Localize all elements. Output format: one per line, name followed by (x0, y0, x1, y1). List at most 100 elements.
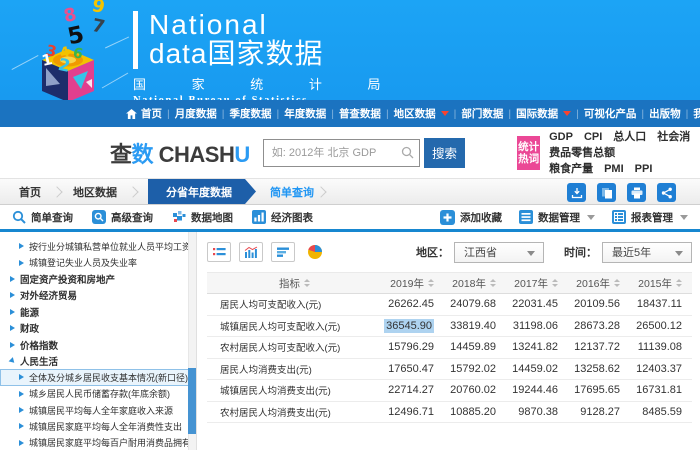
value-cell[interactable]: 17650.47 (382, 363, 444, 375)
pie-chart-view-button[interactable] (303, 242, 327, 262)
value-cell[interactable]: 36545.90 (382, 320, 444, 332)
value-cell[interactable]: 14459.02 (506, 363, 568, 375)
copy-button[interactable] (597, 183, 616, 202)
nav-item-5[interactable]: 普查数据 (335, 106, 385, 121)
nav-item-4[interactable]: 年度数据 (280, 106, 330, 121)
nav-item-3[interactable]: 季度数据 (225, 106, 275, 121)
value-cell[interactable]: 26262.45 (382, 298, 444, 310)
sidebar-item[interactable]: 对外经济贸易 (0, 287, 81, 303)
value-cell[interactable]: 12137.72 (568, 341, 630, 353)
data-manage-button[interactable]: 数据管理 (519, 210, 595, 225)
sort-icon[interactable] (428, 279, 434, 287)
sidebar-item[interactable]: 全体及分城乡居民收支基本情况(新口径) (0, 369, 192, 385)
value-cell[interactable]: 15792.02 (444, 363, 506, 375)
column-header[interactable]: 指标 (207, 276, 382, 291)
sort-icon[interactable] (304, 279, 310, 287)
share-button[interactable] (657, 183, 676, 202)
sidebar-item[interactable]: 人民生活 (0, 353, 62, 369)
value-cell[interactable]: 22714.27 (382, 384, 444, 396)
download-button[interactable] (567, 183, 586, 202)
data-map-button[interactable]: 数据地图 (172, 210, 233, 225)
value-cell[interactable]: 19244.46 (506, 384, 568, 396)
hot-word-link[interactable]: GDP (549, 131, 573, 143)
view-switcher (207, 242, 335, 262)
hbar-chart-view-button[interactable] (271, 242, 295, 262)
hot-word-link[interactable]: CPI (584, 131, 602, 143)
nav-item-1[interactable]: 首页 (122, 106, 166, 121)
value-cell[interactable]: 12403.37 (630, 363, 692, 375)
region-select[interactable]: 江西省 (454, 242, 544, 263)
add-favorite-button[interactable]: 添加收藏 (440, 210, 502, 225)
chevron-down-icon (675, 251, 683, 256)
value-cell[interactable]: 12496.71 (382, 406, 444, 418)
hot-word-link[interactable]: 总人口 (613, 131, 646, 143)
nav-item-7[interactable]: 部门数据 (457, 106, 507, 121)
sidebar-item[interactable]: 价格指数 (0, 336, 62, 352)
value-cell[interactable]: 14459.89 (444, 341, 506, 353)
simple-search-button[interactable]: 简单查询 (12, 210, 73, 225)
sidebar-item[interactable]: 城镇登记失业人员及失业率 (0, 254, 141, 270)
value-cell[interactable]: 28673.28 (568, 320, 630, 332)
search-button[interactable]: 搜索 (424, 138, 466, 168)
print-button[interactable] (627, 183, 646, 202)
sidebar-item[interactable]: 财政 (0, 320, 43, 336)
breadcrumb-active[interactable]: 分省年度数据 (148, 179, 256, 204)
sort-icon[interactable] (490, 279, 496, 287)
search-input[interactable] (263, 139, 420, 167)
advanced-search-button[interactable]: 高级查询 (92, 210, 153, 225)
value-cell[interactable]: 15796.29 (382, 341, 444, 353)
value-cell[interactable]: 20760.02 (444, 384, 506, 396)
column-header[interactable]: 2019年 (382, 276, 444, 291)
sidebar-item[interactable]: 城镇居民家庭平均每百户耐用消费品拥有量 (0, 435, 197, 450)
breadcrumb-item[interactable]: 首页 (10, 184, 50, 200)
value-cell[interactable]: 11139.08 (630, 341, 692, 353)
value-cell[interactable]: 31198.06 (506, 320, 568, 332)
nav-item-9[interactable]: 可视化产品 (580, 106, 641, 121)
value-cell[interactable]: 17695.65 (568, 384, 630, 396)
nav-item-2[interactable]: 月度数据 (171, 106, 221, 121)
econ-chart-button[interactable]: 经济图表 (252, 210, 313, 225)
breadcrumb-link[interactable]: 简单查询 (270, 184, 314, 200)
sidebar-item[interactable]: 城乡居民人民币储蓄存款(年底余额) (0, 386, 174, 402)
hot-word-link[interactable]: PPI (635, 163, 653, 175)
sort-icon[interactable] (676, 279, 682, 287)
sidebar-item[interactable]: 固定资产投资和房地产 (0, 271, 119, 287)
column-header[interactable]: 2017年 (506, 276, 568, 291)
report-manage-button[interactable]: 报表管理 (612, 210, 688, 225)
sidebar-item[interactable]: 城镇居民平均每人全年家庭收入来源 (0, 402, 177, 418)
chevron-right-icon (10, 342, 15, 348)
column-header[interactable]: 2018年 (444, 276, 506, 291)
sidebar-item[interactable]: 城镇居民家庭平均每人全年消费性支出 (0, 418, 186, 434)
value-cell[interactable]: 18437.11 (630, 298, 692, 310)
hot-word-link[interactable]: PMI (604, 163, 624, 175)
sidebar-item[interactable]: 能源 (0, 304, 43, 320)
sort-icon[interactable] (614, 279, 620, 287)
value-cell[interactable]: 13258.62 (568, 363, 630, 375)
value-cell[interactable]: 16731.81 (630, 384, 692, 396)
sort-icon[interactable] (552, 279, 558, 287)
column-header[interactable]: 2015年 (630, 276, 692, 291)
value-cell[interactable]: 9128.27 (568, 406, 630, 418)
hot-word-link[interactable]: 粮食产量 (549, 163, 593, 175)
value-cell[interactable]: 9870.38 (506, 406, 568, 418)
value-cell[interactable]: 20109.56 (568, 298, 630, 310)
nav-item-6[interactable]: 地区数据 (390, 106, 453, 121)
value-cell[interactable]: 8485.59 (630, 406, 692, 418)
sidebar-scrollbar[interactable] (188, 232, 196, 450)
sidebar-item[interactable]: 按行业分城镇私营单位就业人员平均工资 (0, 238, 195, 254)
time-select[interactable]: 最近5年 (602, 242, 692, 263)
column-header[interactable]: 2016年 (568, 276, 630, 291)
nav-item-11[interactable]: 我的收藏 (689, 106, 700, 121)
value-cell[interactable]: 10885.20 (444, 406, 506, 418)
value-cell[interactable]: 13241.82 (506, 341, 568, 353)
scrollbar-thumb[interactable] (188, 368, 196, 434)
nav-item-10[interactable]: 出版物 (645, 106, 685, 121)
value-cell[interactable]: 26500.12 (630, 320, 692, 332)
bar-chart-view-button[interactable] (239, 242, 263, 262)
breadcrumb-item[interactable]: 地区数据 (64, 184, 126, 200)
list-view-button[interactable] (207, 242, 231, 262)
value-cell[interactable]: 24079.68 (444, 298, 506, 310)
nav-item-8[interactable]: 国际数据 (512, 106, 575, 121)
value-cell[interactable]: 22031.45 (506, 298, 568, 310)
value-cell[interactable]: 33819.40 (444, 320, 506, 332)
